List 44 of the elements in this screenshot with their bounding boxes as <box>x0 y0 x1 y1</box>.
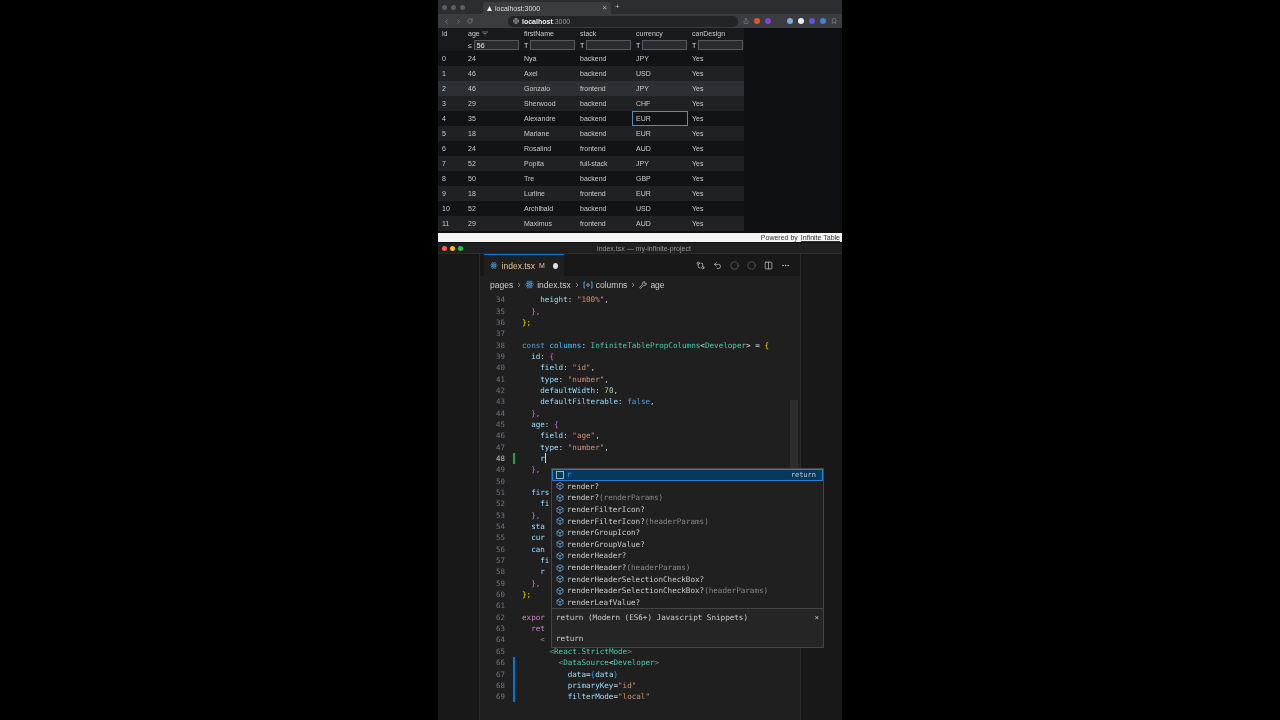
wrench-icon <box>639 280 648 289</box>
cube-icon <box>556 575 564 584</box>
back-icon[interactable] <box>713 260 722 270</box>
reload-icon[interactable] <box>467 18 473 24</box>
snippet-icon <box>556 470 564 479</box>
split-icon[interactable] <box>764 260 773 270</box>
scrollbar[interactable] <box>790 400 798 470</box>
compare-icon[interactable] <box>696 260 705 270</box>
close-tab-button[interactable]: × <box>602 4 607 12</box>
breadcrumb-item[interactable]: index.tsx <box>537 279 571 290</box>
breadcrumb-item[interactable]: pages <box>490 279 514 290</box>
breadcrumb-item[interactable]: age <box>650 279 665 290</box>
chevron-icon <box>516 281 523 288</box>
bookmark-icon[interactable] <box>831 18 837 24</box>
zoom-control[interactable] <box>458 245 463 251</box>
cube-icon <box>556 540 564 549</box>
breadcrumb-item[interactable]: columns <box>595 279 628 290</box>
cube-icon <box>556 517 564 526</box>
cube-icon <box>556 482 564 491</box>
cube-icon <box>556 563 564 572</box>
cube-icon <box>556 551 564 560</box>
cube-icon <box>556 528 564 537</box>
filter-field[interactable] <box>586 40 631 50</box>
minimize-control[interactable] <box>450 245 455 251</box>
circle-icon[interactable] <box>730 260 739 270</box>
cube-icon <box>556 494 564 502</box>
close-control[interactable] <box>442 245 447 251</box>
filter-field[interactable] <box>642 40 687 50</box>
globe-icon <box>513 18 519 24</box>
cube-icon <box>556 598 564 607</box>
variable-icon <box>582 280 593 289</box>
cube-icon <box>556 586 564 595</box>
atom-icon <box>490 261 498 270</box>
circle-icon[interactable] <box>747 260 756 270</box>
filter-field[interactable] <box>698 40 743 50</box>
new-tab-button[interactable]: + <box>615 3 620 11</box>
cube-icon <box>556 505 564 514</box>
forward-icon[interactable] <box>455 17 462 25</box>
filter-field[interactable] <box>530 40 575 50</box>
chevron-icon <box>573 281 580 288</box>
filter-icon[interactable] <box>481 31 488 36</box>
chevron-icon <box>630 281 637 288</box>
warning-icon <box>487 5 492 11</box>
atom-icon <box>525 280 535 289</box>
